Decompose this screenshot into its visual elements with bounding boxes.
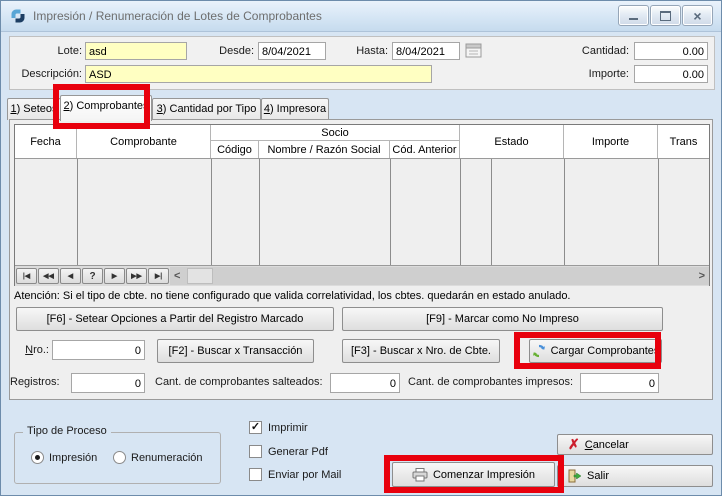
descripcion-label: Descripción: <box>12 68 82 80</box>
hasta-label: Hasta: <box>332 45 388 57</box>
nav-prior-button[interactable]: ◀ <box>60 268 81 284</box>
col-header-socio: Socio <box>211 125 460 141</box>
comenzar-impresion-button[interactable]: Comenzar Impresión <box>392 462 555 487</box>
checkbox-generar-pdf[interactable] <box>249 445 262 458</box>
col-header-nombre: Nombre / Razón Social <box>259 141 390 158</box>
col-header-importe: Importe <box>564 125 658 158</box>
tab-cantidad-por-tipo[interactable]: 3) Cantidad por Tipo <box>152 98 261 120</box>
tab-page-comprobantes: Fecha Comprobante Socio Código Nombre / … <box>9 119 713 400</box>
grid-navigator: |◀ ◀◀ ◀ ? ▶ ▶▶ ▶| < > <box>15 265 709 286</box>
grid-body[interactable] <box>15 158 709 266</box>
f9-marcar-no-impreso-button[interactable]: [F9] - Marcar como No Impreso <box>342 307 663 331</box>
radio-impresion[interactable] <box>31 451 44 464</box>
cantidad-label: Cantidad: <box>552 45 629 57</box>
salteados-label: Cant. de comprobantes salteados: <box>155 376 323 388</box>
dialog-window: Impresión / Renumeración de Lotes de Com… <box>0 0 722 496</box>
desde-label: Desde: <box>198 45 254 57</box>
impresos-input[interactable]: 0 <box>580 373 659 393</box>
lote-label: Lote: <box>32 45 82 57</box>
checkbox-generar-pdf-label: Generar Pdf <box>268 446 328 458</box>
nav-fast-back-button[interactable]: ◀◀ <box>38 268 59 284</box>
importe-input[interactable]: 0.00 <box>634 65 708 83</box>
scroll-left-icon[interactable]: < <box>174 267 180 285</box>
registros-input[interactable]: 0 <box>71 373 145 393</box>
nav-first-button[interactable]: |◀ <box>16 268 37 284</box>
minimize-icon <box>629 18 638 20</box>
radio-renumeracion-label: Renumeración <box>131 452 203 464</box>
col-header-cod-anterior: Cód. Anterior <box>390 141 460 158</box>
descripcion-input[interactable]: ASD <box>85 65 432 83</box>
title-bar[interactable]: Impresión / Renumeración de Lotes de Com… <box>1 1 721 32</box>
checkbox-enviar-mail[interactable] <box>249 468 262 481</box>
tab-impresora[interactable]: 4) Impresora <box>261 98 329 120</box>
f6-setear-opciones-button[interactable]: [F6] - Setear Opciones a Partir del Regi… <box>16 307 334 331</box>
col-header-trans: Trans <box>658 125 709 158</box>
tipo-de-proceso-label: Tipo de Proceso <box>23 425 111 437</box>
scroll-right-icon[interactable]: > <box>699 267 705 285</box>
tab-seteos[interactable]: 1) Seteos <box>7 98 61 120</box>
f3-buscar-nro-cbte-button[interactable]: [F3] - Buscar x Nro. de Cbte. <box>342 339 500 363</box>
tab-comprobantes[interactable]: 2) Comprobantes <box>60 95 152 121</box>
cargar-comprobantes-button[interactable]: Cargar Comprobantes <box>529 339 662 363</box>
col-header-estado: Estado <box>460 125 564 158</box>
nro-input[interactable]: 0 <box>52 340 145 360</box>
nav-help-button[interactable]: ? <box>82 268 103 284</box>
exit-door-icon <box>568 469 582 483</box>
close-icon: × <box>693 9 701 23</box>
radio-impresion-label: Impresión <box>49 452 97 464</box>
checkbox-enviar-mail-label: Enviar por Mail <box>268 469 341 481</box>
hasta-input[interactable]: 8/04/2021 <box>392 42 460 60</box>
checkbox-imprimir-label: Imprimir <box>268 422 308 434</box>
maximize-button[interactable] <box>650 5 681 26</box>
maximize-icon <box>660 11 671 21</box>
col-header-fecha: Fecha <box>15 125 77 158</box>
salteados-input[interactable]: 0 <box>330 373 400 393</box>
importe-label: Importe: <box>562 68 629 80</box>
printer-icon <box>412 468 428 482</box>
scrollbar-thumb[interactable] <box>187 268 213 284</box>
minimize-button[interactable] <box>618 5 649 26</box>
comprobantes-grid: Fecha Comprobante Socio Código Nombre / … <box>14 124 710 286</box>
nav-next-button[interactable]: ▶ <box>104 268 125 284</box>
close-button[interactable]: × <box>682 5 713 26</box>
checkbox-imprimir[interactable]: ✓ <box>249 421 262 434</box>
nro-label: Nro.: <box>16 344 49 356</box>
col-header-codigo: Código <box>211 141 259 158</box>
registros-label: Registros: <box>10 376 59 388</box>
nav-last-button[interactable]: ▶| <box>148 268 169 284</box>
salir-button[interactable]: Salir <box>557 465 713 487</box>
window-title: Impresión / Renumeración de Lotes de Com… <box>33 1 322 31</box>
col-header-comprobante: Comprobante <box>77 125 211 158</box>
cancel-x-icon: ✗ <box>568 436 580 453</box>
cancelar-button[interactable]: ✗ Cancelar <box>557 434 713 455</box>
header-fields-panel: Lote: asd Desde: 8/04/2021 Hasta: 8/04/2… <box>9 36 715 90</box>
nav-fast-forward-button[interactable]: ▶▶ <box>126 268 147 284</box>
desde-input[interactable]: 8/04/2021 <box>258 42 326 60</box>
lote-input[interactable]: asd <box>85 42 187 60</box>
horizontal-scrollbar[interactable]: < > <box>170 267 709 285</box>
app-logo-icon <box>9 7 27 30</box>
warning-text: Atención: Si el tipo de cbte. no tiene c… <box>14 290 571 302</box>
f2-buscar-transaccion-button[interactable]: [F2] - Buscar x Transacción <box>157 339 314 363</box>
radio-renumeracion[interactable] <box>113 451 126 464</box>
calendar-icon[interactable] <box>465 42 482 64</box>
refresh-icon <box>532 344 546 358</box>
impresos-label: Cant. de comprobantes impresos: <box>408 376 573 388</box>
cantidad-input[interactable]: 0.00 <box>634 42 708 60</box>
